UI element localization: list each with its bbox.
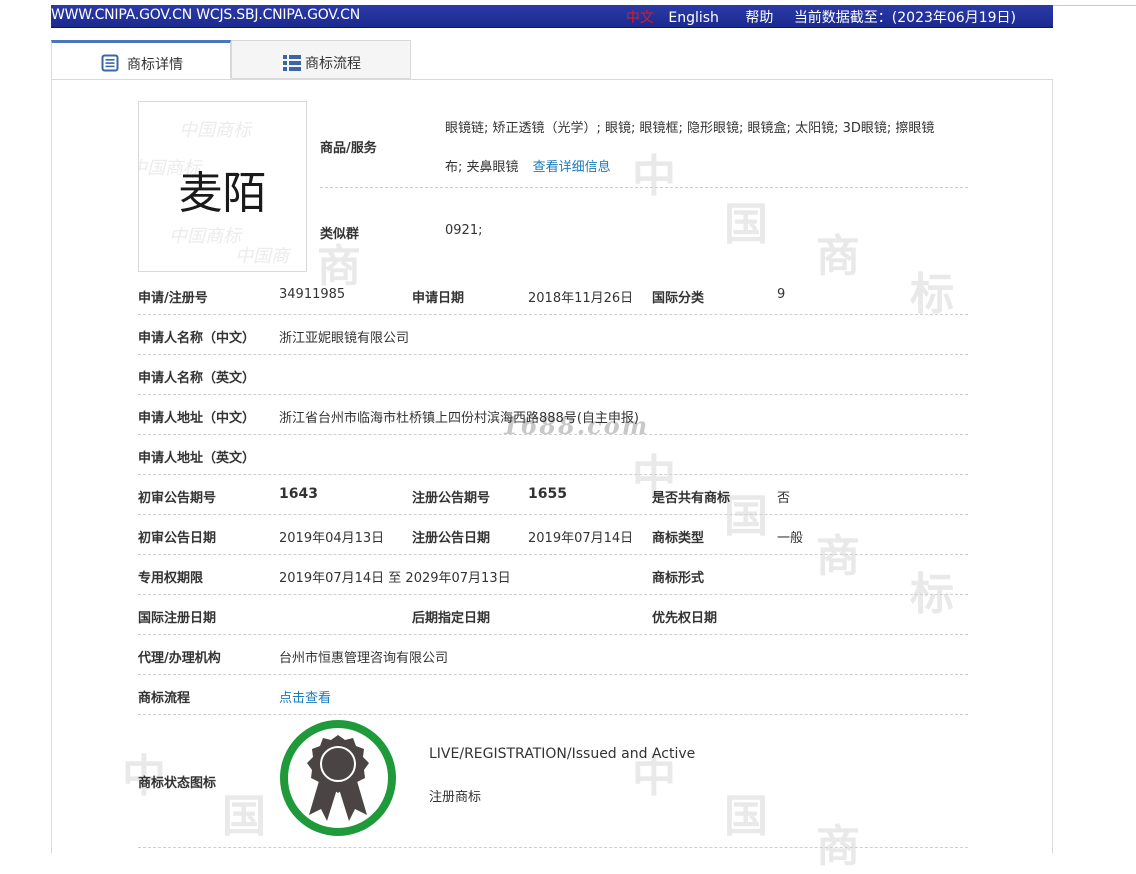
watermark-char: 商 — [816, 231, 860, 282]
watermark-char: 标 — [910, 569, 954, 620]
row-divider — [138, 394, 968, 395]
watermark-char: 商 — [816, 821, 860, 872]
registered-badge-icon — [280, 720, 396, 836]
row-divider — [138, 474, 968, 475]
reg-date-label: 注册公告日期 — [412, 531, 491, 546]
priority-date-label: 优先权日期 — [652, 611, 718, 626]
watermark-char: 国 — [724, 199, 768, 250]
intl-class-label: 国际分类 — [652, 291, 705, 306]
apply-date-label: 申请日期 — [412, 291, 465, 306]
image-watermark-text: 中国商标 — [169, 226, 241, 247]
similar-group-value: 0921; — [445, 223, 483, 238]
applicant-en-label: 申请人名称（英文） — [138, 371, 256, 386]
goods-line-2: 布; 夹鼻眼镜 查看详细信息 — [445, 156, 611, 175]
site-urls: WWW.CNIPA.GOV.CN WCJS.SBJ.CNIPA.GOV.CN — [51, 7, 360, 23]
row-divider — [138, 514, 968, 515]
intl-reg-date-label: 国际注册日期 — [138, 611, 217, 626]
row-divider — [138, 314, 968, 315]
address-cn-value: 浙江省台州市临海市杜桥镇上四份村滨海西路888号(自主申报) — [279, 411, 639, 426]
list-icon — [283, 55, 301, 71]
row-divider — [138, 554, 968, 555]
shared-value: 否 — [777, 491, 791, 506]
data-cutoff-text: 当前数据截至：(2023年06月19日) — [793, 10, 1016, 26]
tab-trademark-detail[interactable]: 商标详情 — [51, 40, 231, 79]
tab-label: 商标详情 — [127, 57, 183, 73]
row-divider — [138, 354, 968, 355]
applicant-cn-value: 浙江亚妮眼镜有限公司 — [279, 331, 410, 346]
address-cn-label: 申请人地址（中文） — [138, 411, 256, 426]
watermark-char: 国 — [724, 791, 768, 842]
similar-group-label: 类似群 — [320, 227, 360, 242]
row-divider — [138, 434, 968, 435]
agent-value: 台州市恒惠管理咨询有限公司 — [279, 651, 449, 666]
row-divider — [138, 594, 968, 595]
reg-issue-label: 注册公告期号 — [412, 491, 491, 506]
later-desig-date-label: 后期指定日期 — [412, 611, 491, 626]
tab-label: 商标流程 — [305, 56, 361, 72]
mark-type-value: 一般 — [777, 531, 804, 546]
watermark-char: 国 — [724, 491, 768, 542]
prelim-date-label: 初审公告日期 — [138, 531, 217, 546]
goods-label: 商品/服务 — [320, 141, 377, 156]
trademark-text: 麦陌 — [178, 168, 267, 219]
image-watermark-text: 中国商标 — [235, 246, 289, 267]
status-cn-text: 注册商标 — [429, 790, 482, 805]
address-en-label: 申请人地址（英文） — [138, 451, 256, 466]
shared-label: 是否共有商标 — [652, 491, 731, 506]
view-detail-link[interactable]: 查看详细信息 — [533, 160, 611, 175]
row-divider — [320, 187, 968, 188]
watermark-char: 商 — [816, 531, 860, 582]
reg-no-label: 申请/注册号 — [138, 291, 208, 306]
row-divider — [138, 847, 968, 848]
tab-bar: 商标详情 商标流程 — [51, 40, 1053, 80]
agent-label: 代理/办理机构 — [138, 651, 221, 666]
watermark-char: 国 — [222, 791, 266, 842]
reg-no-value: 34911985 — [279, 287, 346, 302]
applicant-cn-label: 申请人名称（中文） — [138, 331, 256, 346]
top-links: 中文 English 帮助 当前数据截至：(2023年06月19日) — [626, 7, 1016, 27]
prelim-issue-value: 1643 — [279, 486, 318, 502]
row-divider — [138, 634, 968, 635]
exclusive-period-label: 专用权期限 — [138, 571, 204, 586]
document-icon — [101, 54, 119, 72]
tab-trademark-process[interactable]: 商标流程 — [231, 40, 411, 79]
exclusive-period-value: 2019年07月14日 至 2029年07月13日 — [279, 571, 511, 586]
status-en-text: LIVE/REGISTRATION/Issued and Active — [429, 746, 696, 762]
lang-chinese-link[interactable]: 中文 — [626, 10, 654, 26]
image-watermark-text: 中国商标 — [179, 120, 251, 141]
prelim-issue-label: 初审公告期号 — [138, 491, 217, 506]
watermark-char: 中 — [632, 151, 676, 202]
mark-form-label: 商标形式 — [652, 571, 705, 586]
watermark-char: 标 — [910, 269, 954, 320]
apply-date-value: 2018年11月26日 — [528, 291, 634, 306]
prelim-date-value: 2019年04月13日 — [279, 531, 385, 546]
row-divider — [138, 714, 968, 715]
top-divider — [1053, 5, 1136, 6]
detail-panel: 中 国 商 标 商 中 国 商 标 中 国 中 国 商 1688.com 中国商… — [51, 79, 1053, 872]
process-view-link[interactable]: 点击查看 — [279, 687, 331, 706]
top-bar: WWW.CNIPA.GOV.CN WCJS.SBJ.CNIPA.GOV.CN 中… — [51, 5, 1053, 28]
process-label: 商标流程 — [138, 691, 191, 706]
lang-english-link[interactable]: English — [668, 10, 719, 26]
reg-date-value: 2019年07月14日 — [528, 531, 634, 546]
trademark-image: 中国商标 中国商标 中国商标 中国商标 麦陌 — [138, 101, 307, 272]
row-divider — [138, 674, 968, 675]
help-link[interactable]: 帮助 — [745, 10, 773, 26]
goods-line-1: 眼镜链; 矫正透镜（光学）; 眼镜; 眼镜框; 隐形眼镜; 眼镜盒; 太阳镜; … — [445, 121, 935, 136]
intl-class-value: 9 — [777, 287, 786, 302]
reg-issue-value: 1655 — [528, 486, 567, 502]
status-icon-label: 商标状态图标 — [138, 776, 217, 791]
mark-type-label: 商标类型 — [652, 531, 705, 546]
goods-line-2-text: 布; 夹鼻眼镜 — [445, 160, 519, 175]
